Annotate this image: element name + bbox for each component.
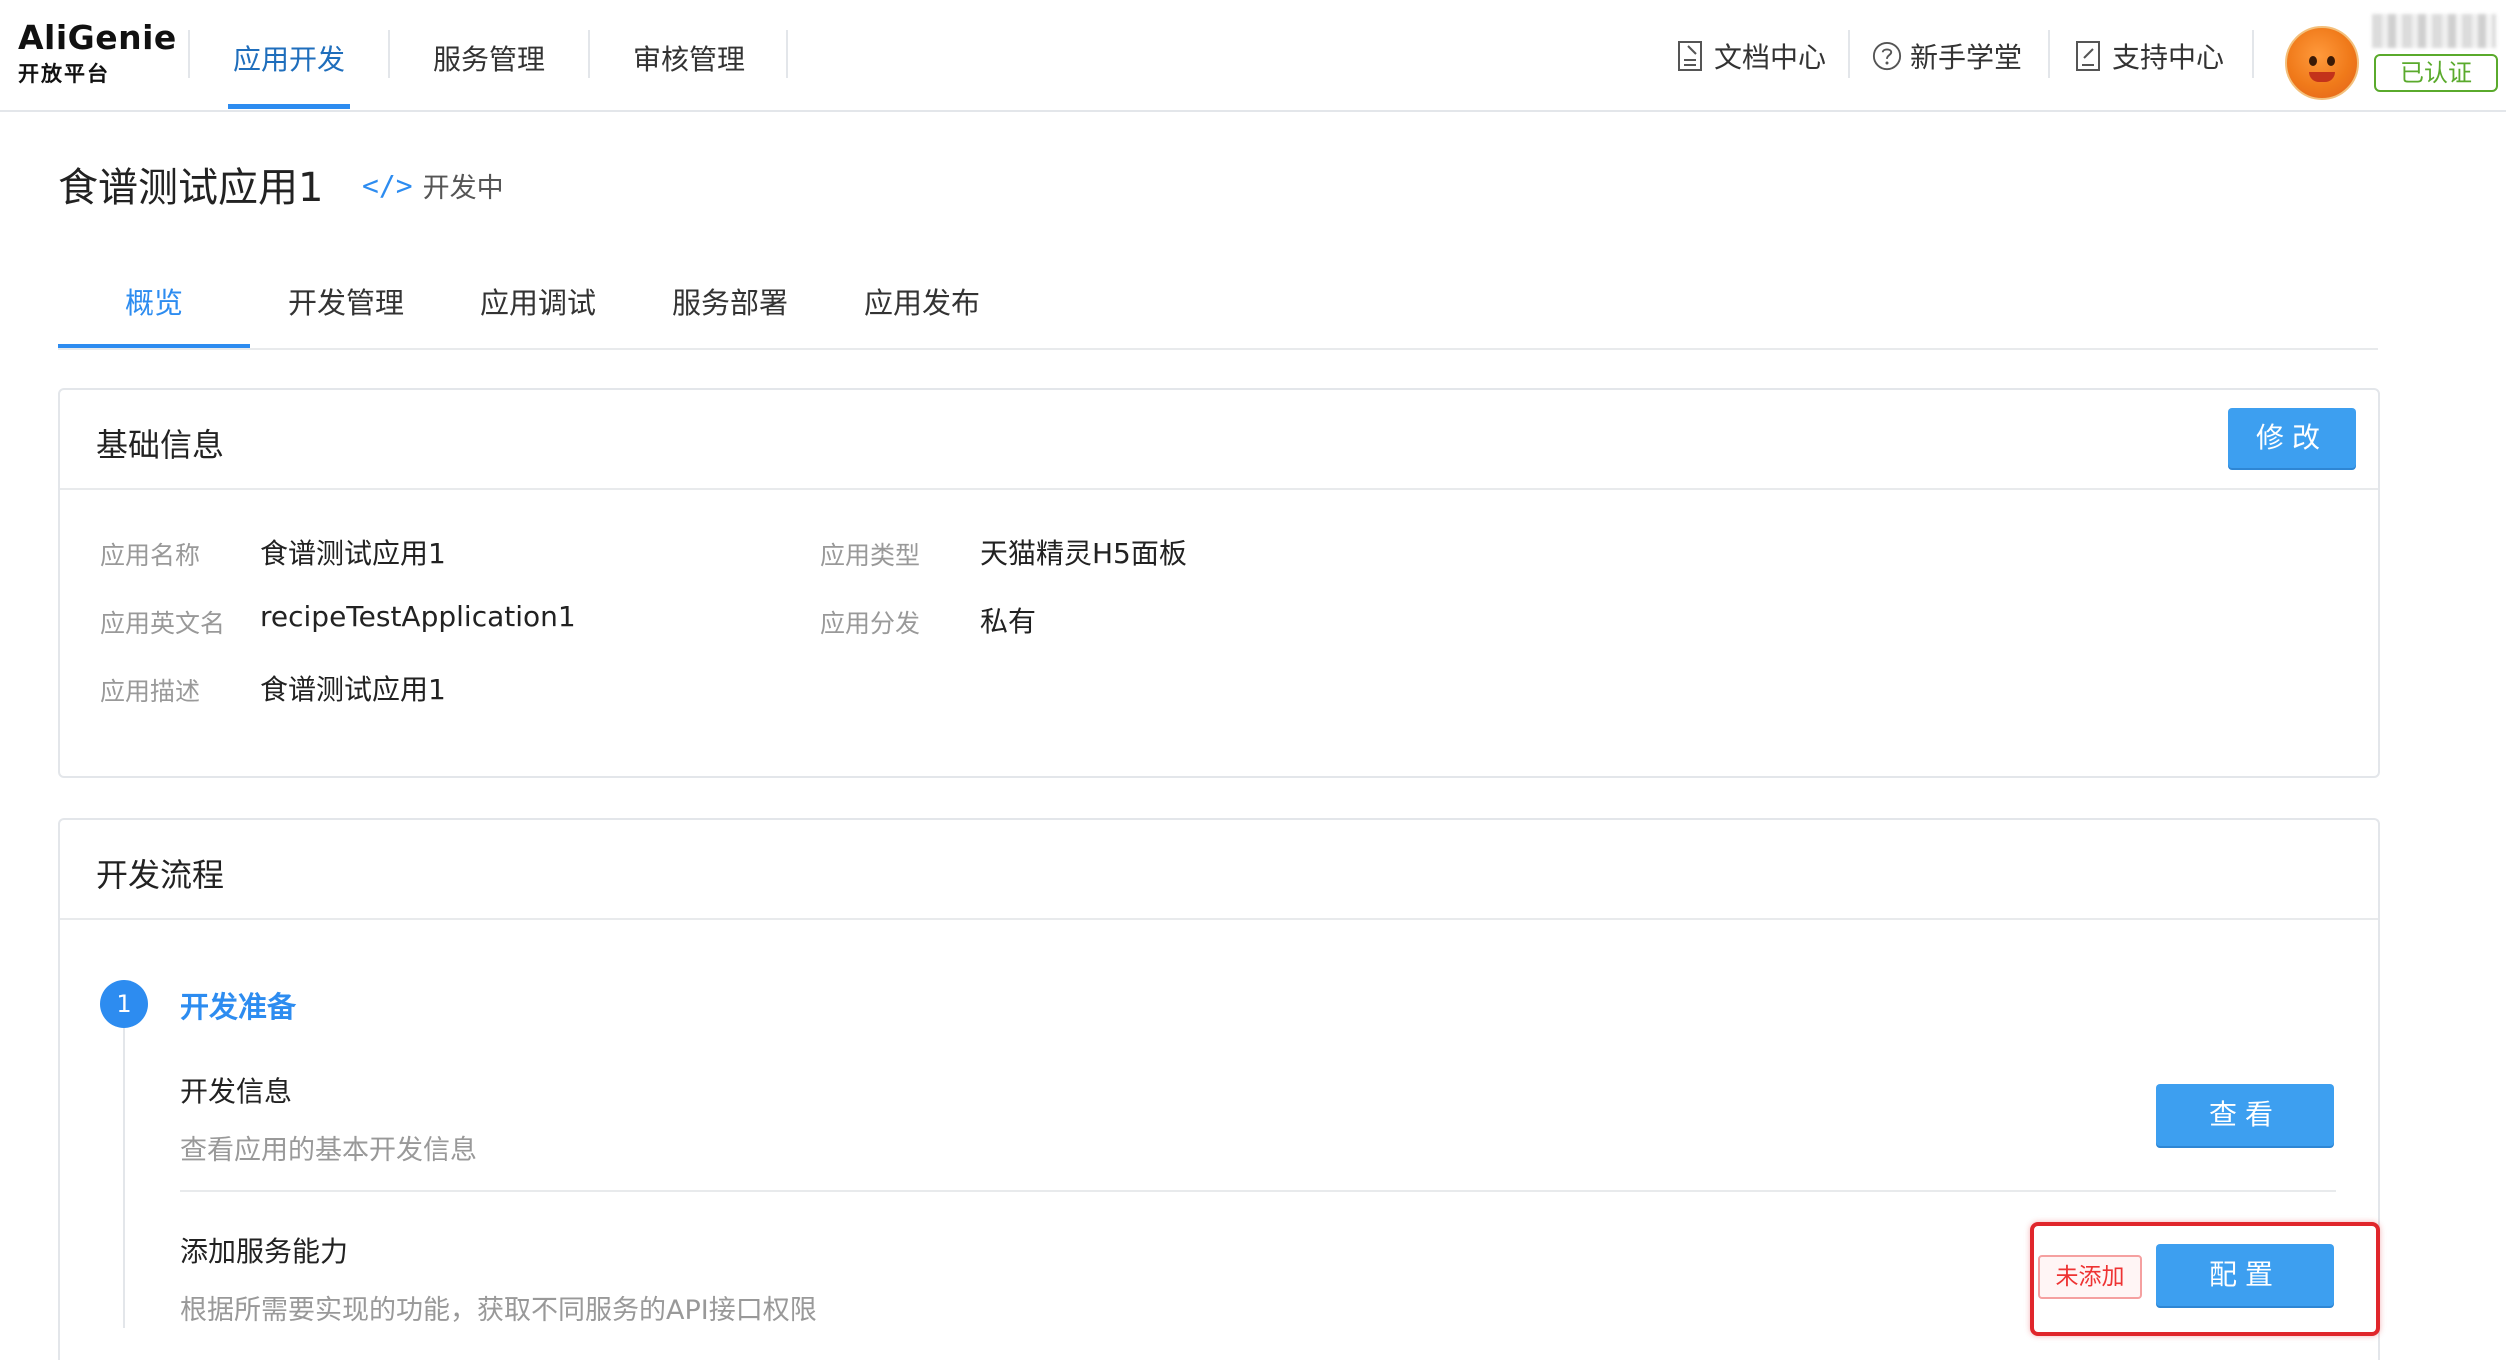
user-avatar[interactable] [2285,26,2359,100]
beginner-school-link[interactable]: 新手学堂 [1872,36,2022,76]
flow-item-title: 添加服务能力 [180,1235,349,1268]
avatar-eye [2327,56,2335,66]
app-status: </> 开发中 [362,166,504,205]
document-icon [1678,41,1702,71]
field-label-app-desc: 应用描述 [100,677,201,706]
view-button[interactable]: 查看 [2156,1084,2334,1146]
basic-info-card: 基础信息 修改 应用名称 食谱测试应用1 应用类型 天猫精灵H5面板 应用英文名… [58,388,2380,778]
field-value-app-type: 天猫精灵H5面板 [980,537,1187,570]
verified-badge: 已认证 [2374,54,2498,92]
card-header: 基础信息 修改 [60,390,2378,490]
step-connector [123,1028,125,1328]
card-header: 开发流程 [60,820,2378,920]
app-status-label: 开发中 [422,173,504,204]
card-title: 开发流程 [96,856,225,894]
card-title: 基础信息 [96,426,225,464]
field-label-app-en-name: 应用英文名 [100,609,226,638]
support-center-link[interactable]: 支持中心 [2074,36,2224,76]
app-title: 食谱测试应用1 [58,165,324,211]
tab-service-deploy[interactable]: 服务部署 [634,280,826,322]
field-label-app-name: 应用名称 [100,541,201,570]
nav-item-app-dev[interactable]: 应用开发 [184,38,394,78]
username-redacted [2372,14,2496,48]
nav-item-review-mgmt[interactable]: 审核管理 [584,38,794,78]
avatar-mouth [2309,72,2335,82]
help-circle-icon [1872,41,1902,71]
field-label-app-type: 应用类型 [820,541,921,570]
edit-doc-icon [2076,41,2100,71]
flow-item-desc: 查看应用的基本开发信息 [180,1135,477,1166]
util-divider [2252,30,2254,78]
nav-active-indicator [228,104,350,109]
app-tabs: 概览 开发管理 应用调试 服务部署 应用发布 [58,270,2378,350]
field-value-app-en-name: recipeTestApplication1 [260,600,576,633]
tab-active-indicator [58,344,250,348]
tab-app-debug[interactable]: 应用调试 [442,280,634,322]
support-center-label: 支持中心 [2112,41,2225,74]
avatar-eye [2309,56,2317,66]
field-value-app-name: 食谱测试应用1 [260,537,446,570]
flow-item-title: 开发信息 [180,1075,293,1108]
logo-text-cn[interactable]: 开放平台 [18,58,110,88]
flow-item-desc: 根据所需要实现的功能，获取不同服务的API接口权限 [180,1295,817,1326]
util-divider [2048,30,2050,78]
step-title: 开发准备 [180,990,297,1024]
nav-item-service-mgmt[interactable]: 服务管理 [384,38,594,78]
field-label-app-distribution: 应用分发 [820,609,921,638]
beginner-school-label: 新手学堂 [1910,41,2023,74]
tab-dev-management[interactable]: 开发管理 [250,280,442,322]
code-icon: </> [362,169,413,202]
docs-center-link[interactable]: 文档中心 [1676,36,1826,76]
docs-center-label: 文档中心 [1714,41,1827,74]
logo-text-en[interactable]: AliGenie [18,18,177,57]
step-number: 1 [100,980,148,1028]
tab-app-publish[interactable]: 应用发布 [826,280,1018,322]
nav-divider [786,30,788,78]
field-value-app-distribution: 私有 [980,605,1037,638]
edit-button[interactable]: 修改 [2228,408,2356,468]
highlight-annotation [2030,1222,2380,1336]
util-divider [1848,30,1850,78]
top-navbar: AliGenie 开放平台 应用开发 服务管理 审核管理 文档中心 新手学堂 支… [0,0,2506,112]
tab-overview[interactable]: 概览 [58,280,250,322]
field-value-app-desc: 食谱测试应用1 [260,673,446,706]
flow-divider [180,1190,2336,1192]
